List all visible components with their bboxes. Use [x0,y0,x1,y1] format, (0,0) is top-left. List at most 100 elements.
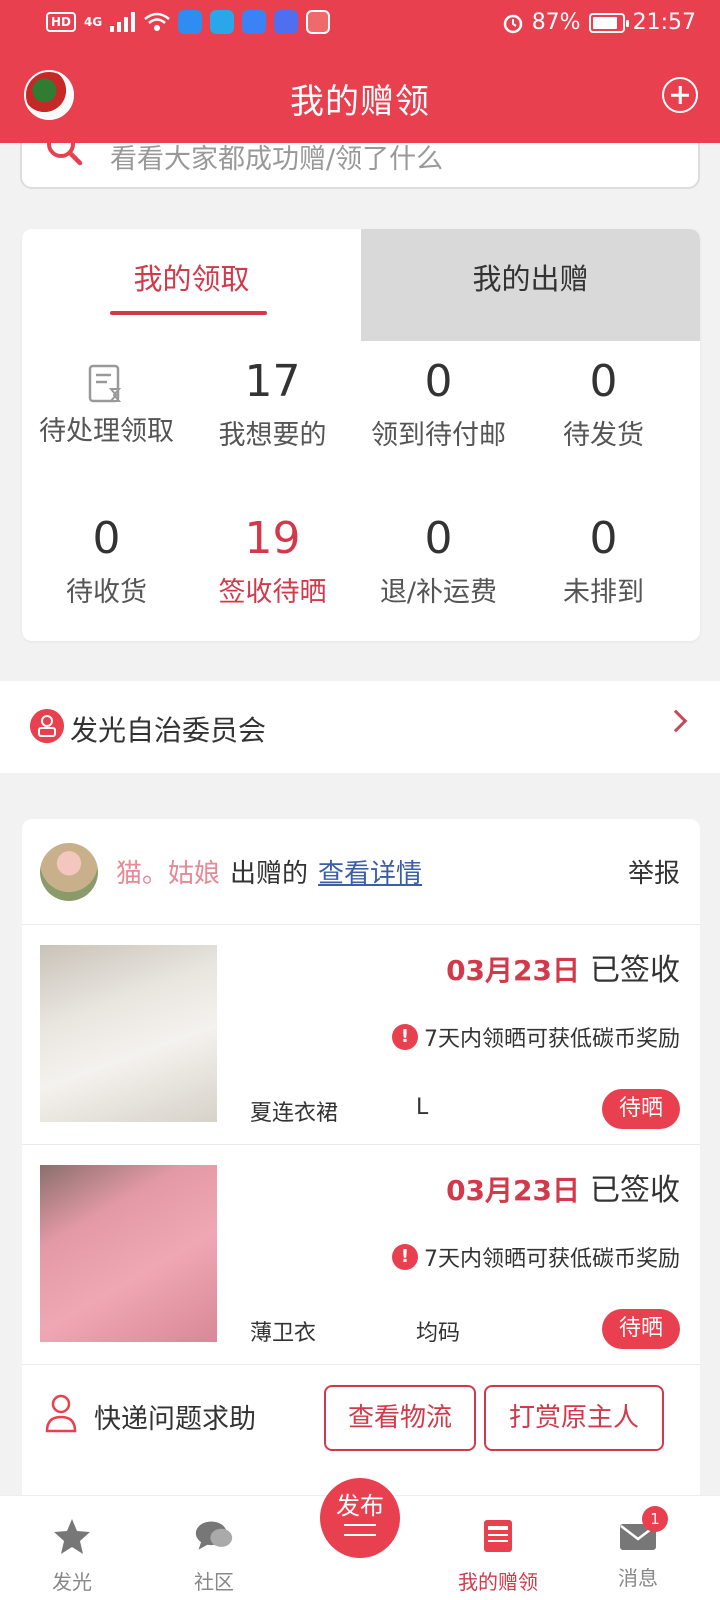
message-count-badge: 1 [642,1506,668,1532]
search-bar[interactable]: 看看大家都成功赠/领了什么 [20,143,700,189]
stat-awaiting-postage[interactable]: 0 领到待付邮 [354,355,523,452]
bulb-app-icon [242,10,267,34]
nav-item-my-gifts[interactable]: 我的赠领 [426,1496,570,1600]
item-name: 夏连衣裙 [250,1101,339,1126]
to-share-badge[interactable]: 待晒 [602,1309,680,1349]
stat-awaiting-receipt[interactable]: 0 待收货 [22,512,191,609]
item-date-status: 03月23日 已签收 [446,945,680,989]
warning-icon: ! [392,1024,418,1050]
network-type: 4G [84,15,103,29]
mail-icon-wrap: 1 [618,1506,668,1556]
reward-notice: ! 7天内领晒可获低碳币奖励 [392,1241,680,1273]
warning-icon: ! [392,1244,418,1270]
publish-icon [344,1524,376,1536]
publish-button[interactable]: 发布 [320,1478,400,1558]
order-item[interactable]: 03月23日 已签收 ! 7天内领晒可获低碳币奖励 夏连衣裙 L 待晒 [22,925,700,1145]
alarm-icon [503,14,522,33]
item-photo[interactable] [40,1165,217,1342]
nav-item-shine[interactable]: 发光 [0,1496,144,1600]
view-logistics-button[interactable]: 查看物流 [324,1385,476,1451]
signal-icon [110,12,136,32]
nav-label: 社区 [194,1570,234,1594]
top-bar: HD 4G 87% 21:57 我的赠领 [0,0,720,143]
search-app-icon [210,10,235,34]
nav-label: 我的赠领 [458,1570,538,1594]
poster-row: 猫。姑娘 出赠的 查看详情 举报 [22,819,700,925]
notice-text: 7天内领晒可获低碳币奖励 [424,1027,680,1052]
item-name: 薄卫衣 [250,1321,317,1346]
nav-label: 消息 [618,1566,658,1590]
item-date: 03月23日 [446,954,580,987]
tab-my-gifts[interactable]: 我的出赠 [361,229,700,341]
nav-item-messages[interactable]: 1 消息 [566,1496,710,1600]
committee-label: 发光自治委员会 [70,714,267,747]
stat-wanted[interactable]: 17 我想要的 [188,355,357,452]
publish-label: 发布 [336,1492,384,1520]
committee-icon [30,709,64,743]
stat-value: 0 [424,356,453,407]
stat-not-selected[interactable]: 0 未排到 [519,512,688,609]
delivery-help-link[interactable]: 快递问题求助 [94,1397,256,1436]
chat-icon [195,1521,233,1550]
item-status: 已签收 [590,1173,680,1208]
stat-pending-claims[interactable]: 待处理领取 [22,355,191,448]
stat-label: 退/补运费 [379,577,498,608]
app-header: 我的赠领 [0,48,720,143]
claims-stats-card: 我的领取 我的出赠 待处理领取 17 我想要的 0 领到待付邮 0 待发货 0 … [22,229,700,641]
tab-my-claims[interactable]: 我的领取 [22,229,361,341]
notice-text: 7天内领晒可获低碳币奖励 [424,1247,680,1272]
page-title: 我的赠领 [290,82,430,122]
item-date-status: 03月23日 已签收 [446,1165,680,1209]
status-bar: HD 4G 87% 21:57 [0,0,720,48]
search-placeholder: 看看大家都成功赠/领了什么 [110,144,444,175]
stat-received-to-share[interactable]: 19 签收待晒 [188,512,357,609]
poster-avatar[interactable] [40,843,98,901]
book-icon [484,1520,512,1552]
stat-label: 待发货 [563,420,644,451]
stat-label: 未排到 [563,577,644,608]
committee-row[interactable]: 发光自治委员会 [0,681,720,773]
stat-value: 0 [589,356,618,407]
tab-label: 我的领取 [133,262,250,296]
document-icon [88,364,121,403]
nav-item-community[interactable]: 社区 [142,1496,286,1600]
stat-value: 0 [589,513,618,564]
stat-label: 我想要的 [218,420,327,451]
poster-name[interactable]: 猫。姑娘 [116,859,220,889]
stat-label: 签收待晒 [218,577,327,608]
tab-label: 我的出赠 [472,262,589,296]
music-app-icon [274,10,299,34]
help-row: 快递问题求助 查看物流 打赏原主人 [22,1365,700,1475]
reward-notice: ! 7天内领晒可获低碳币奖励 [392,1021,680,1053]
item-status: 已签收 [590,953,680,988]
stat-shipping-refund[interactable]: 0 退/补运费 [354,512,523,609]
cloud-app-icon [178,10,203,34]
item-date: 03月23日 [446,1174,580,1207]
tip-owner-button[interactable]: 打赏原主人 [484,1385,664,1451]
view-details-link[interactable]: 查看详情 [318,859,422,889]
to-share-badge[interactable]: 待晒 [602,1089,680,1129]
report-button[interactable]: 举报 [628,853,680,890]
item-photo[interactable] [40,945,217,1122]
order-card: 猫。姑娘 出赠的 查看详情 举报 03月23日 已签收 ! 7天内领晒可获低碳币奖励 … [22,819,700,1495]
poster-info: 猫。姑娘 出赠的 查看详情 [116,853,422,890]
chevron-right-icon [664,709,688,733]
stat-awaiting-shipment[interactable]: 0 待发货 [519,355,688,452]
battery-level [592,16,617,29]
stat-label: 待处理领取 [39,416,174,447]
clock: 21:57 [632,10,696,35]
add-button[interactable] [662,77,698,113]
battery-percent: 87% [531,10,581,35]
hd-badge: HD [46,12,77,32]
order-item[interactable]: 03月23日 已签收 ! 7天内领晒可获低碳币奖励 薄卫衣 均码 待晒 [22,1145,700,1365]
stat-value: 19 [244,513,301,564]
main-content[interactable]: 看看大家都成功赠/领了什么 我的领取 我的出赠 待处理领取 17 我想要的 0 … [0,143,720,1495]
poster-action: 出赠的 [230,859,309,889]
stat-value: 0 [92,513,121,564]
search-icon [47,143,83,166]
battery-icon [588,12,629,33]
item-size: 均码 [416,1321,461,1346]
star-icon [54,1519,90,1554]
wifi-icon [144,12,171,31]
stat-value: 17 [244,356,301,407]
